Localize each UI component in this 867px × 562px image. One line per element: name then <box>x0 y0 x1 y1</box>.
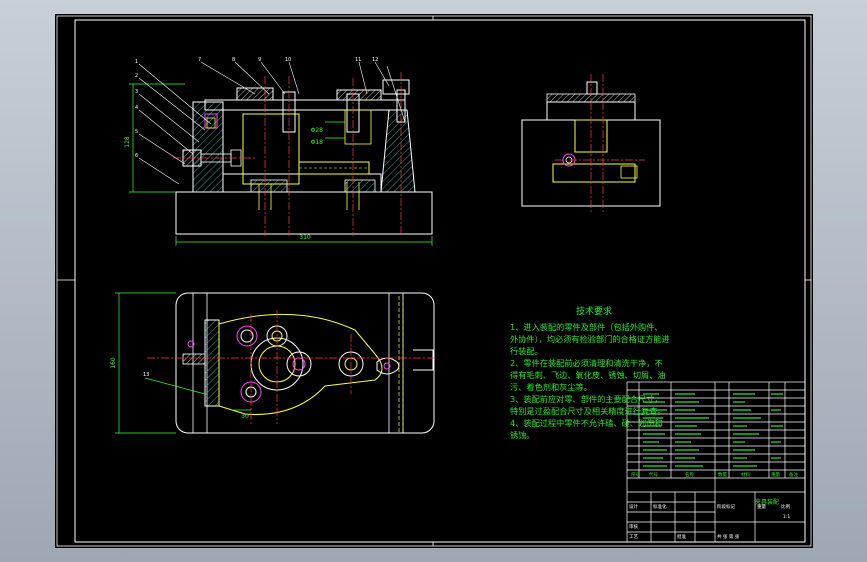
drawing-name: 夹具装配 <box>755 498 779 506</box>
front-view <box>173 72 433 236</box>
svg-text:9: 9 <box>258 57 261 63</box>
dim-bore: Φ28 <box>311 127 324 134</box>
svg-text:1:1: 1:1 <box>783 514 790 520</box>
balloon-numbers: 1 2 3 4 5 6 7 8 9 10 11 12 13 <box>135 57 378 378</box>
dim-height: 128 <box>124 136 131 148</box>
tech-requirement-item: 4、装配过程中零件不允许磕、碰、划伤和锈蚀。 <box>510 418 663 440</box>
dim-bore-2: Φ18 <box>311 139 324 146</box>
dim-small: 30 <box>241 413 249 420</box>
svg-text:设计: 设计 <box>629 503 638 510</box>
svg-text:备注: 备注 <box>789 471 798 478</box>
svg-text:13: 13 <box>143 372 149 378</box>
cad-drawing: 310 128 Φ28 Φ18 1 2 3 4 5 6 7 8 9 10 11 … <box>56 15 812 547</box>
svg-text:工艺: 工艺 <box>629 534 638 540</box>
svg-text:7: 7 <box>198 57 201 63</box>
svg-text:序号: 序号 <box>631 471 640 478</box>
cad-viewport[interactable]: 310 128 Φ28 Φ18 1 2 3 4 5 6 7 8 9 10 11 … <box>55 14 813 548</box>
svg-text:代号: 代号 <box>649 471 658 478</box>
dim-plan-width: 160 <box>110 357 117 369</box>
svg-text:5: 5 <box>135 129 138 135</box>
svg-text:阶段标记: 阶段标记 <box>717 503 735 510</box>
svg-text:1: 1 <box>135 59 138 65</box>
svg-text:12: 12 <box>372 57 378 63</box>
svg-text:6: 6 <box>135 153 138 159</box>
svg-text:11: 11 <box>355 57 361 63</box>
svg-text:标准化: 标准化 <box>653 503 667 510</box>
balloon-leaders <box>138 61 406 185</box>
tech-requirement-item: 1、进入装配的零件及部件（包括外购件、外协件），均必须有检验部门的合格证方能进行… <box>510 322 670 356</box>
tech-requirement-item: 3、装配前应对零、部件的主要配合尺寸，特别是过盈配合尺寸及相关精度进行复查。 <box>510 394 666 416</box>
technical-requirements: 技术要求 1、进入装配的零件及部件（包括外购件、外协件），均必须有检验部门的合格… <box>510 306 670 441</box>
svg-text:10: 10 <box>285 57 291 63</box>
tech-requirements-title: 技术要求 <box>575 307 612 317</box>
dim-overall-length: 310 <box>299 234 311 241</box>
svg-text:材料: 材料 <box>741 471 750 478</box>
svg-text:8: 8 <box>232 57 235 63</box>
tech-requirement-item: 2、零件在装配前必须清理和清洗干净，不得有毛刺、飞边、氧化皮、锈蚀、切屑、油污、… <box>510 358 666 392</box>
svg-text:共 张 第 张: 共 张 第 张 <box>717 533 740 540</box>
svg-text:数量: 数量 <box>718 471 727 478</box>
svg-text:2: 2 <box>135 73 138 79</box>
svg-text:比例: 比例 <box>781 503 790 510</box>
drawing-inner-frame <box>74 19 806 543</box>
plan-view <box>147 292 435 434</box>
svg-text:审核: 审核 <box>629 523 638 530</box>
side-view <box>521 74 661 214</box>
svg-text:重量: 重量 <box>771 471 780 478</box>
svg-text:3: 3 <box>135 89 138 95</box>
svg-text:名称: 名称 <box>685 471 694 478</box>
svg-text:批准: 批准 <box>677 533 686 540</box>
svg-text:4: 4 <box>135 105 138 111</box>
